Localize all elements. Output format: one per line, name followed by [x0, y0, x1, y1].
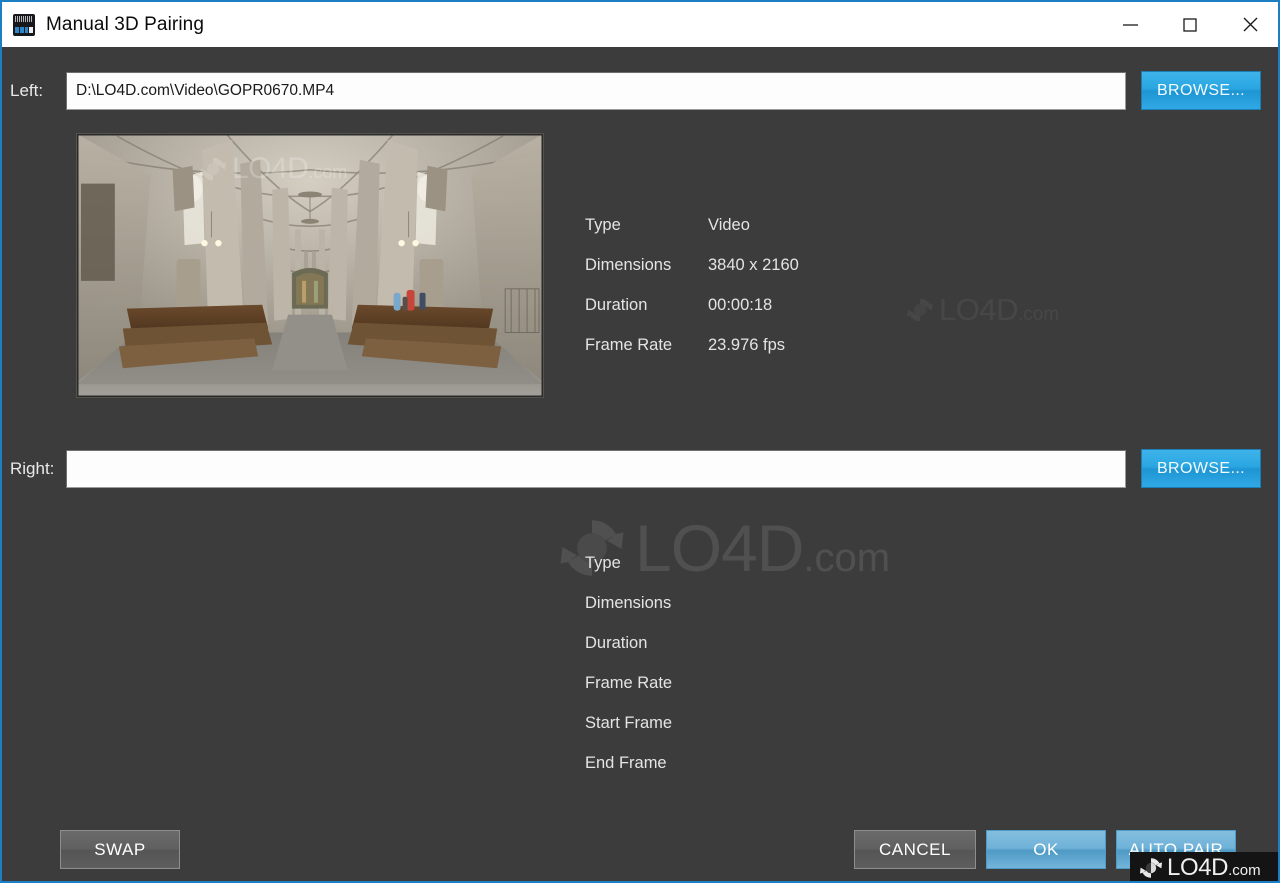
maximize-icon — [1183, 17, 1197, 32]
left-file-row: Left: BROWSE... — [10, 71, 1274, 110]
metadata-key: Frame Rate — [585, 335, 673, 354]
metadata-key: Type — [585, 553, 621, 572]
close-button[interactable] — [1220, 1, 1278, 48]
gopro-app-icon — [13, 13, 35, 36]
window-title: Manual 3D Pairing — [46, 13, 205, 35]
watermark-suffix: .com — [1228, 861, 1261, 879]
metadata-row: End Frame — [585, 743, 708, 783]
right-metadata: Type Dimensions Duration Frame Rate Star… — [585, 543, 708, 783]
metadata-row: Duration 00:00:18 — [585, 285, 799, 325]
window-controls — [1100, 1, 1278, 48]
left-video-thumbnail — [76, 133, 544, 398]
ok-button[interactable]: OK — [986, 830, 1106, 869]
right-file-row: Right: BROWSE... — [10, 449, 1274, 488]
watermark-suffix: .com — [803, 536, 891, 580]
metadata-key: Duration — [585, 633, 648, 652]
metadata-key: Frame Rate — [585, 673, 673, 692]
minimize-icon — [1122, 19, 1139, 30]
metadata-row: Start Frame — [585, 703, 708, 743]
metadata-row: Type Video — [585, 205, 799, 245]
metadata-row: Duration — [585, 623, 708, 663]
metadata-row: Frame Rate 23.976 fps — [585, 325, 799, 365]
metadata-key: Duration — [585, 295, 648, 314]
metadata-value: Video — [708, 215, 750, 234]
right-path-input[interactable] — [66, 449, 1126, 488]
left-browse-button[interactable]: BROWSE... — [1141, 71, 1261, 110]
metadata-key: End Frame — [585, 753, 667, 772]
minimize-button[interactable] — [1100, 1, 1160, 48]
left-metadata: Type Video Dimensions 3840 x 2160 Durati… — [585, 205, 799, 365]
close-icon — [1243, 17, 1258, 32]
left-path-input[interactable] — [66, 71, 1126, 110]
metadata-key: Start Frame — [585, 713, 673, 732]
maximize-button[interactable] — [1160, 1, 1220, 48]
metadata-row: Dimensions 3840 x 2160 — [585, 245, 799, 285]
metadata-value: 23.976 fps — [708, 335, 786, 354]
watermark-brand: LO4D — [939, 292, 1018, 327]
swap-button[interactable]: SWAP — [60, 830, 180, 869]
watermark-brand: LO4D — [1167, 853, 1229, 881]
metadata-value: 3840 x 2160 — [708, 255, 799, 274]
cancel-button[interactable]: CANCEL — [854, 830, 976, 869]
metadata-value: 00:00:18 — [708, 295, 773, 314]
right-browse-button[interactable]: BROWSE... — [1141, 449, 1261, 488]
metadata-row: Frame Rate — [585, 663, 708, 703]
watermark-right: LO4D.com — [905, 292, 1059, 328]
metadata-row: Dimensions — [585, 583, 708, 623]
right-label: Right: — [10, 458, 55, 478]
lo4d-logo-icon — [1139, 857, 1163, 878]
left-label: Left: — [10, 80, 44, 100]
title-bar: Manual 3D Pairing — [2, 0, 1278, 48]
lo4d-logo-icon — [907, 298, 933, 322]
metadata-key: Dimensions — [585, 255, 672, 274]
metadata-key: Dimensions — [585, 593, 672, 612]
metadata-key: Type — [585, 215, 621, 234]
metadata-row: Type — [585, 543, 708, 583]
watermark-suffix: .com — [1017, 304, 1060, 325]
manual-3d-pairing-window: Manual 3D Pairing Left: BROWSE... — [0, 0, 1280, 883]
watermark-badge: LO4D.com — [1130, 852, 1278, 881]
